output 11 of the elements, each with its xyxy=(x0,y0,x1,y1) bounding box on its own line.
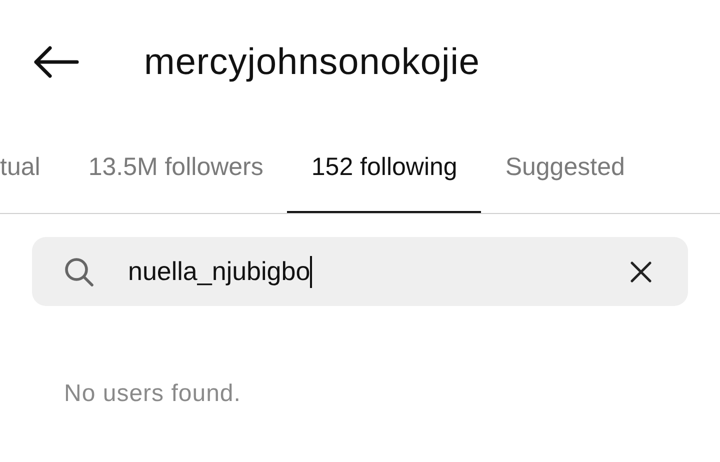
profile-username: mercyjohnsonokojie xyxy=(144,40,480,84)
text-cursor xyxy=(310,256,312,288)
search-icon xyxy=(64,256,94,286)
back-arrow-icon xyxy=(33,45,79,79)
close-icon xyxy=(630,260,652,282)
tab[interactable]: 152 following xyxy=(287,124,482,213)
tab[interactable]: Suggested xyxy=(481,124,649,213)
tab[interactable]: tual xyxy=(0,124,64,213)
tab[interactable]: 13.5M followers xyxy=(64,124,288,213)
empty-message: No users found. xyxy=(64,380,241,407)
search-input[interactable]: nuella_njubigbo xyxy=(128,252,310,291)
